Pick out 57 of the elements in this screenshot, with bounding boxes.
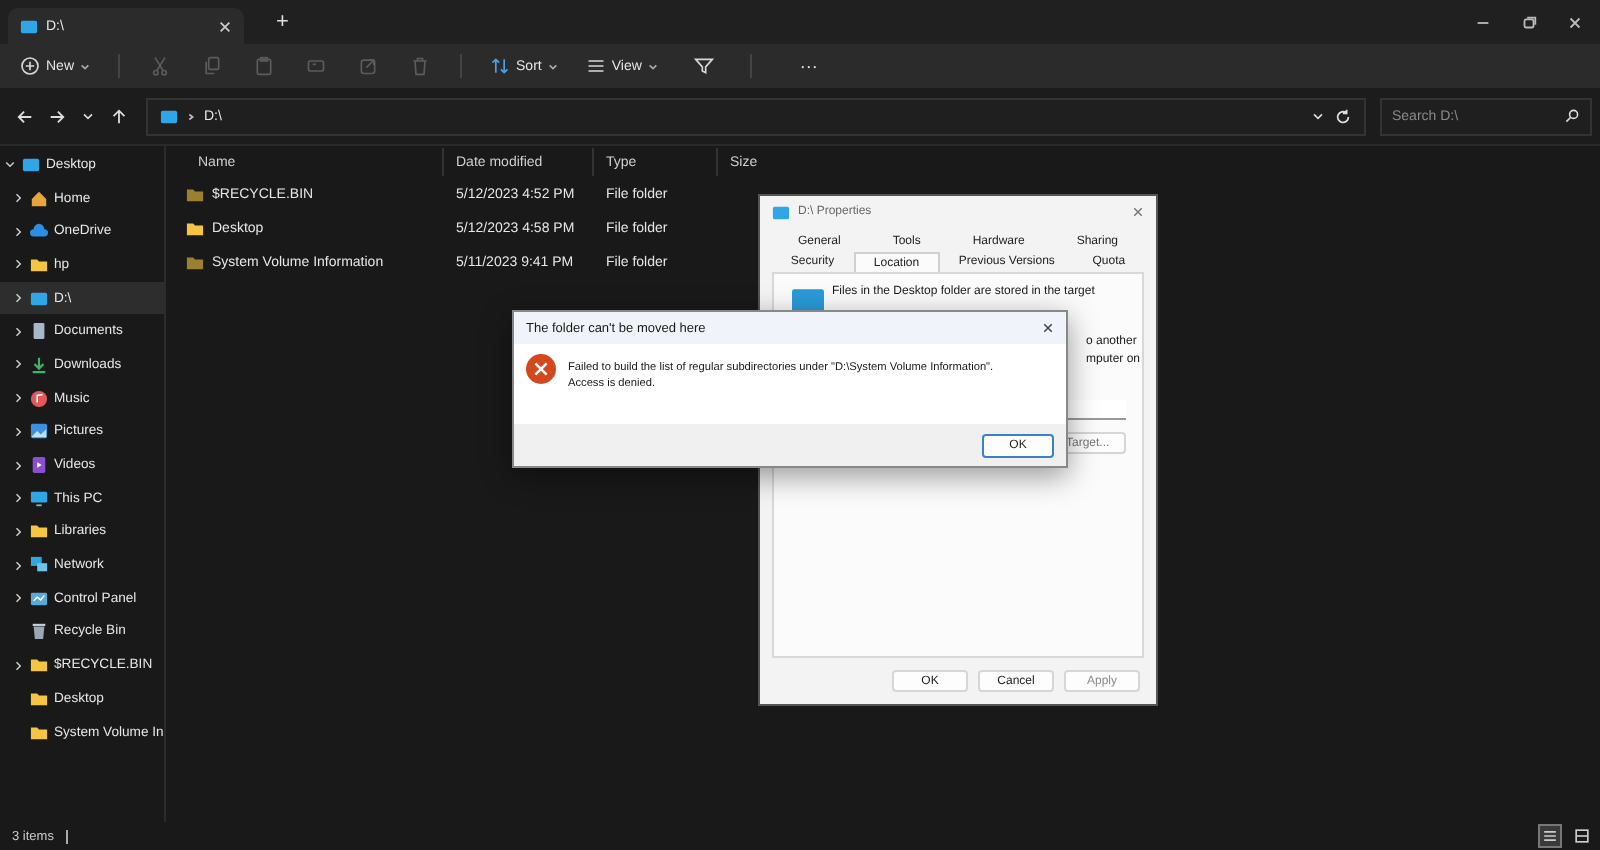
house-icon bbox=[30, 189, 48, 208]
chevron-icon[interactable] bbox=[12, 592, 24, 605]
search-icon bbox=[1564, 108, 1580, 124]
cloud-icon bbox=[30, 222, 48, 241]
chevron-icon[interactable] bbox=[12, 659, 24, 672]
chevron-icon[interactable] bbox=[12, 225, 24, 238]
drive-icon bbox=[160, 107, 178, 125]
chevron-icon[interactable] bbox=[12, 492, 24, 505]
chevron-icon[interactable] bbox=[12, 325, 24, 338]
tiles-view-icon[interactable] bbox=[1572, 826, 1592, 846]
chevron-icon[interactable] bbox=[4, 158, 16, 171]
restore-icon[interactable] bbox=[1520, 13, 1538, 31]
screen-icon bbox=[22, 155, 40, 174]
error-icon bbox=[526, 354, 556, 384]
picture-icon bbox=[30, 422, 48, 441]
video-icon bbox=[30, 456, 48, 475]
plus-circle-icon bbox=[20, 56, 40, 76]
chevron-icon[interactable] bbox=[12, 459, 24, 472]
chevron-icon[interactable] bbox=[80, 108, 96, 124]
network-icon bbox=[30, 556, 48, 575]
chevron-icon[interactable] bbox=[12, 258, 24, 271]
drive-icon bbox=[772, 203, 790, 221]
chevron-icon[interactable] bbox=[12, 525, 24, 538]
close-icon[interactable] bbox=[1132, 206, 1144, 218]
folder-icon bbox=[30, 522, 48, 541]
monitor-icon bbox=[30, 489, 48, 508]
caret-icon bbox=[547, 61, 558, 71]
chevron-icon[interactable] bbox=[12, 192, 24, 205]
chevron-icon[interactable] bbox=[12, 559, 24, 572]
list-icon bbox=[585, 56, 606, 76]
forward-arrow-icon[interactable] bbox=[48, 107, 66, 125]
download-icon bbox=[30, 355, 48, 374]
chevron-icon[interactable] bbox=[12, 292, 24, 305]
chevron-icon[interactable] bbox=[12, 358, 24, 371]
caret-icon bbox=[647, 61, 658, 71]
trash-icon bbox=[30, 622, 48, 641]
sort-icon bbox=[490, 56, 511, 76]
folder-icon bbox=[30, 255, 48, 274]
details-view-icon[interactable] bbox=[1540, 826, 1560, 846]
filter-icon[interactable] bbox=[693, 56, 714, 76]
close-icon[interactable] bbox=[1566, 13, 1584, 31]
refresh-icon[interactable] bbox=[1334, 107, 1352, 125]
control-panel-icon bbox=[30, 589, 48, 608]
chevron-icon[interactable] bbox=[1310, 108, 1326, 124]
more-button[interactable]: ··· bbox=[791, 52, 826, 80]
drive-icon bbox=[30, 289, 48, 308]
chevron-icon[interactable] bbox=[12, 425, 24, 438]
document-icon bbox=[30, 322, 48, 341]
new-tab-button[interactable]: + bbox=[268, 10, 297, 34]
up-arrow-icon[interactable] bbox=[110, 107, 128, 125]
drive-icon bbox=[20, 17, 38, 35]
caret-icon bbox=[80, 61, 91, 71]
chevron-icon bbox=[186, 111, 196, 121]
close-icon[interactable] bbox=[1042, 322, 1054, 334]
chevron-icon[interactable] bbox=[12, 392, 24, 405]
back-arrow-icon[interactable] bbox=[16, 107, 34, 125]
music-icon bbox=[30, 389, 48, 408]
